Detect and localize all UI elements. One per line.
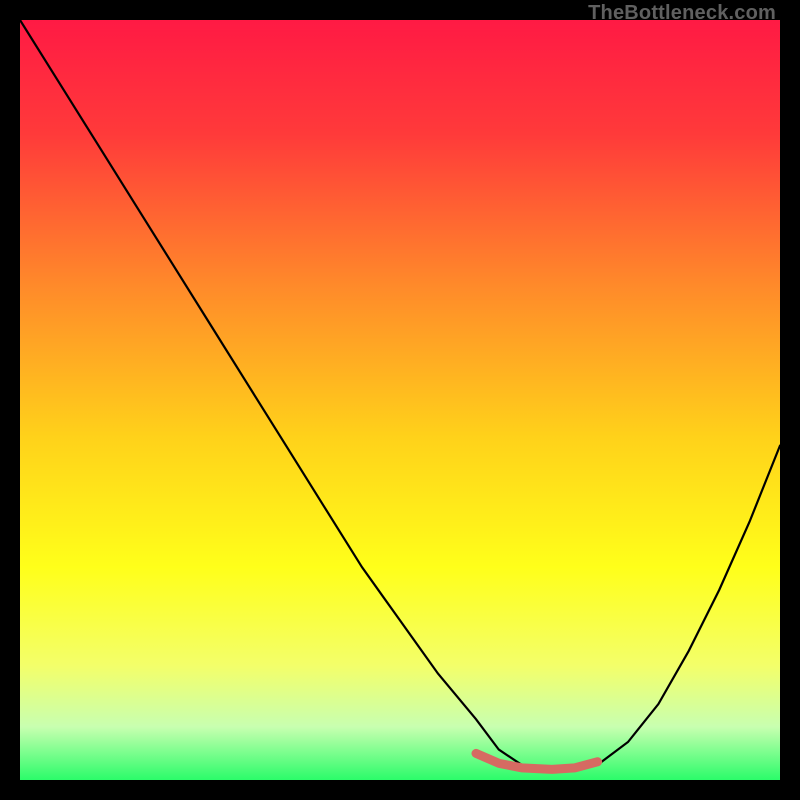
chart-background xyxy=(20,20,780,780)
chart-svg xyxy=(20,20,780,780)
watermark-label: TheBottleneck.com xyxy=(588,2,776,25)
chart-frame xyxy=(20,20,780,780)
